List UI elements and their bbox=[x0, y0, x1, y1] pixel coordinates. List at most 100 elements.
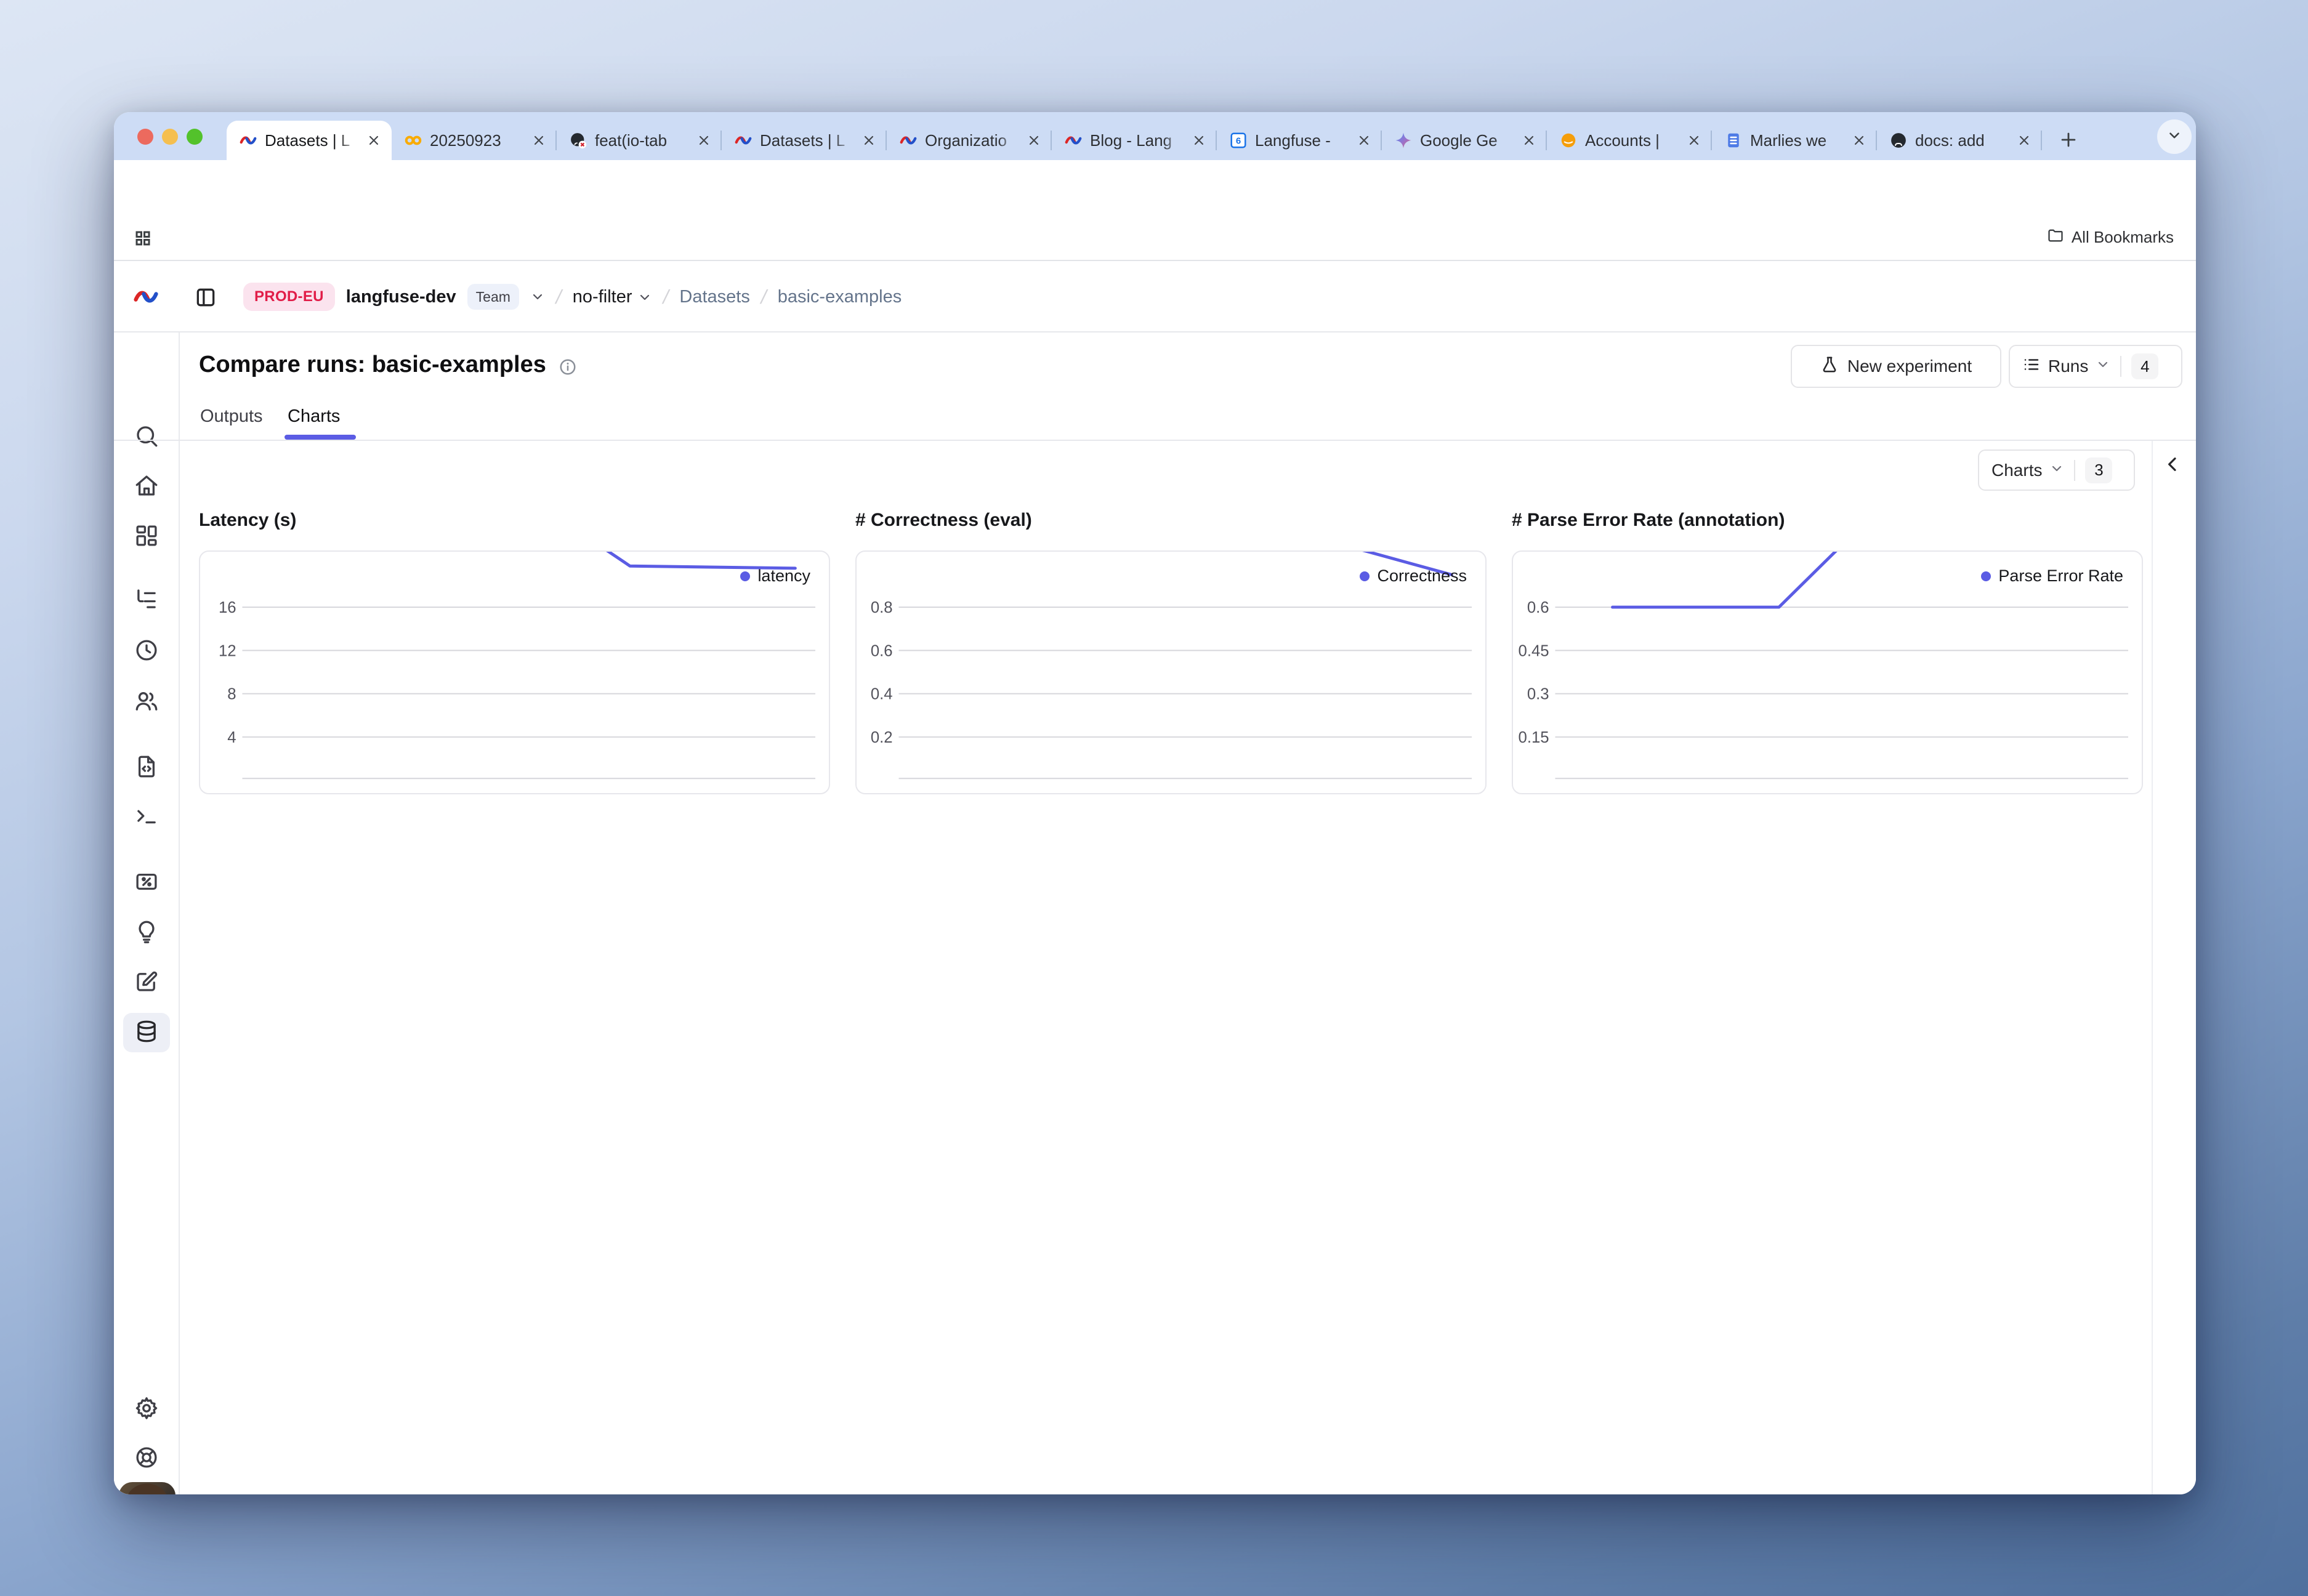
active-tab-underline bbox=[284, 435, 356, 440]
breadcrumb-org[interactable]: langfuse-dev bbox=[346, 287, 456, 307]
window-minimize-button[interactable] bbox=[162, 129, 178, 145]
app-sidebar bbox=[114, 332, 180, 1494]
sidebar-item-search[interactable] bbox=[123, 417, 170, 457]
breadcrumb: PROD-EU langfuse-dev Team / no-filter / bbox=[243, 261, 902, 332]
y-axis-tick-label: 8 bbox=[227, 686, 236, 703]
sidebar-item-dashboard[interactable] bbox=[123, 517, 170, 557]
chevron-down-icon[interactable] bbox=[530, 289, 545, 304]
close-icon[interactable] bbox=[1851, 132, 1867, 148]
sidebar-toggle-icon[interactable] bbox=[194, 286, 217, 309]
tab-title: Marlies we bbox=[1750, 131, 1844, 150]
close-icon[interactable] bbox=[1521, 132, 1537, 148]
breadcrumb-separator: / bbox=[554, 286, 564, 308]
close-icon[interactable] bbox=[2016, 132, 2032, 148]
all-bookmarks-label: All Bookmarks bbox=[2072, 228, 2174, 247]
org-type-badge[interactable]: Team bbox=[467, 284, 519, 310]
charts-count-badge: 3 bbox=[2085, 457, 2112, 483]
y-axis-tick-label: 0.3 bbox=[1527, 686, 1549, 703]
flask-icon bbox=[1820, 355, 1839, 378]
sidebar-item-prompts[interactable] bbox=[123, 748, 170, 788]
chevron-left-icon[interactable] bbox=[2163, 454, 2182, 474]
side-panel-divider bbox=[2152, 441, 2153, 1494]
folder-icon bbox=[2047, 227, 2064, 248]
tab-title: feat(io-tab bbox=[595, 131, 688, 150]
y-axis-tick-label: 0.6 bbox=[1527, 599, 1549, 616]
insights-bulb-icon bbox=[134, 919, 159, 948]
chart-card[interactable]: 161284latency bbox=[199, 550, 830, 794]
annotation-icon bbox=[134, 969, 159, 997]
browser-tab[interactable]: Google Ge bbox=[1382, 121, 1547, 160]
environment-badge[interactable]: PROD-EU bbox=[243, 283, 335, 311]
gemini-icon bbox=[1394, 131, 1413, 150]
legend-label: latency bbox=[757, 566, 810, 586]
sidebar-item-datasets[interactable] bbox=[123, 1013, 170, 1052]
close-icon[interactable] bbox=[861, 132, 877, 148]
tab-search-button[interactable] bbox=[2157, 119, 2192, 154]
chart-card[interactable]: 0.60.450.30.15Parse Error Rate bbox=[1512, 550, 2143, 794]
tab-title: Langfuse - bbox=[1255, 131, 1349, 150]
chart-legend: latency bbox=[740, 566, 810, 586]
breadcrumb-project[interactable]: no-filter bbox=[573, 287, 652, 307]
browser-tab[interactable]: feat(io-tab bbox=[557, 121, 722, 160]
sidebar-item-users[interactable] bbox=[123, 683, 170, 722]
sessions-clock-icon bbox=[134, 637, 159, 666]
all-bookmarks-button[interactable]: All Bookmarks bbox=[2047, 227, 2174, 248]
tab-title: docs: add bbox=[1915, 131, 2009, 150]
sidebar-item-playground-terminal[interactable] bbox=[123, 798, 170, 837]
langfuse-logo-icon[interactable] bbox=[132, 283, 159, 310]
browser-tab[interactable]: docs: add bbox=[1877, 121, 2042, 160]
chevron-down-icon bbox=[2096, 357, 2110, 376]
browser-tab[interactable]: 6 Langfuse - bbox=[1217, 121, 1382, 160]
runs-dropdown-button[interactable]: Runs 4 bbox=[2009, 345, 2182, 388]
browser-tab[interactable]: Accounts | bbox=[1547, 121, 1712, 160]
tab-outputs[interactable]: Outputs bbox=[200, 406, 263, 427]
page-title: Compare runs: basic-examples bbox=[199, 352, 577, 378]
svg-text:6: 6 bbox=[1236, 136, 1241, 147]
github-icon bbox=[1889, 131, 1908, 150]
browser-tab[interactable]: Blog - Lang bbox=[1052, 121, 1217, 160]
window-controls bbox=[137, 129, 203, 145]
breadcrumb-section[interactable]: Datasets bbox=[679, 287, 749, 307]
window-close-button[interactable] bbox=[137, 129, 153, 145]
gcal-icon: 6 bbox=[1229, 131, 1248, 150]
tab-charts[interactable]: Charts bbox=[288, 406, 340, 427]
browser-tab[interactable]: 20250923 bbox=[392, 121, 557, 160]
evaluation-icon bbox=[134, 869, 159, 898]
browser-tab[interactable]: Organizatio bbox=[887, 121, 1052, 160]
close-icon[interactable] bbox=[1026, 132, 1042, 148]
browser-tab[interactable]: Datasets | L bbox=[227, 121, 392, 160]
sidebar-item-annotation[interactable] bbox=[123, 963, 170, 1002]
user-avatar[interactable] bbox=[119, 1482, 176, 1494]
close-icon[interactable] bbox=[1191, 132, 1207, 148]
aws-icon bbox=[1559, 131, 1578, 150]
y-axis-tick-label: 0.6 bbox=[871, 642, 893, 659]
charts-dropdown-button[interactable]: Charts 3 bbox=[1978, 449, 2135, 491]
sidebar-item-settings-gear[interactable] bbox=[123, 1390, 170, 1429]
apps-grid-icon[interactable] bbox=[134, 229, 152, 248]
chart-card[interactable]: 0.80.60.40.2Correctness bbox=[855, 550, 1487, 794]
tabs-divider bbox=[114, 440, 2196, 441]
close-icon[interactable] bbox=[1356, 132, 1372, 148]
close-icon[interactable] bbox=[366, 132, 382, 148]
breadcrumb-item[interactable]: basic-examples bbox=[778, 287, 902, 307]
info-icon[interactable] bbox=[559, 356, 577, 374]
sidebar-item-support-lifebuoy[interactable] bbox=[123, 1439, 170, 1478]
window-zoom-button[interactable] bbox=[187, 129, 203, 145]
search-icon bbox=[134, 423, 159, 452]
sidebar-item-evaluation[interactable] bbox=[123, 863, 170, 903]
close-icon[interactable] bbox=[1686, 132, 1702, 148]
langfuse-icon bbox=[239, 131, 257, 150]
playground-terminal-icon bbox=[134, 804, 159, 832]
sidebar-item-tracing[interactable] bbox=[123, 581, 170, 620]
close-icon[interactable] bbox=[696, 132, 712, 148]
y-axis-tick-label: 0.4 bbox=[871, 686, 893, 703]
sidebar-item-sessions-clock[interactable] bbox=[123, 632, 170, 671]
sidebar-item-insights-bulb[interactable] bbox=[123, 913, 170, 953]
close-icon[interactable] bbox=[531, 132, 547, 148]
browser-tab[interactable]: Marlies we bbox=[1712, 121, 1877, 160]
sidebar-item-home[interactable] bbox=[123, 467, 170, 507]
new-experiment-button[interactable]: New experiment bbox=[1791, 345, 2001, 388]
new-tab-button[interactable] bbox=[2054, 126, 2083, 155]
runs-label: Runs bbox=[2048, 357, 2088, 376]
browser-tab[interactable]: Datasets | L bbox=[722, 121, 887, 160]
